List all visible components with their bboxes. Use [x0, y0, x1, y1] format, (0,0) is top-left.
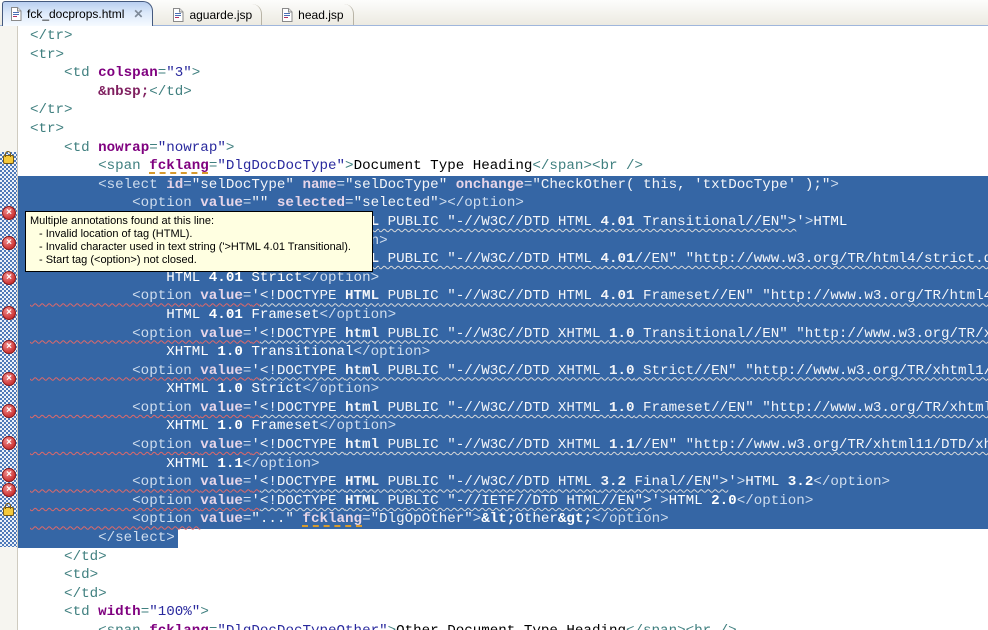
code-line[interactable]: </select>	[18, 529, 988, 548]
code-line[interactable]: <span fcklang="DlgDocDocType">Document T…	[18, 157, 988, 176]
code-line[interactable]: </tr>	[18, 101, 988, 120]
error-annotation-icon[interactable]: ×	[2, 436, 16, 450]
code-line[interactable]: <td nowrap="nowrap">	[18, 139, 988, 158]
lock-annotation-icon[interactable]	[3, 503, 14, 516]
code-line[interactable]: <tr>	[18, 46, 988, 65]
error-annotation-icon[interactable]: ×	[2, 271, 16, 285]
error-annotation-icon[interactable]: ×	[2, 372, 16, 386]
error-annotation-icon[interactable]: ×	[2, 468, 16, 482]
editor-tab-bar: fck_docprops.html ✕ aguarde.jsp head.jsp	[0, 0, 988, 26]
code-line[interactable]: XHTML 1.0 Transitional</option>	[18, 343, 988, 362]
tab-aguarde-jsp[interactable]: aguarde.jsp	[165, 4, 263, 25]
tooltip-annotation-item: - Invalid location of tag (HTML).	[39, 228, 193, 240]
code-line[interactable]: HTML 4.01 Frameset</option>	[18, 305, 988, 325]
tab-label: aguarde.jsp	[189, 7, 253, 22]
code-line[interactable]: <option value='<!DOCTYPE HTML PUBLIC "-/…	[18, 473, 988, 492]
code-line[interactable]: XHTML 1.1</option>	[18, 454, 988, 474]
code-area[interactable]: </tr> <tr> <td colspan="3"> &nbsp;</td> </…	[18, 26, 988, 630]
file-icon	[173, 7, 184, 22]
code-line[interactable]: </td>	[18, 585, 988, 604]
code-line[interactable]: <option value='<!DOCTYPE HTML PUBLIC "-/…	[18, 287, 988, 306]
code-line[interactable]: <option value='<!DOCTYPE html PUBLIC "-/…	[18, 436, 988, 455]
code-line[interactable]: </td>	[18, 548, 988, 567]
lock-annotation-icon[interactable]	[3, 151, 14, 164]
file-icon	[11, 7, 22, 21]
annotation-tooltip: Multiple annotations found at this line:…	[25, 211, 373, 272]
code-line[interactable]: <select id="selDocType" name="selDocType…	[18, 175, 988, 195]
code-line[interactable]: <option value="..." fcklang="DlgOpOther"…	[18, 510, 988, 530]
error-annotation-icon[interactable]: ×	[2, 236, 16, 250]
tab-label: head.jsp	[298, 7, 344, 22]
tab-head-jsp[interactable]: head.jsp	[274, 4, 354, 25]
code-line[interactable]: <tr>	[18, 120, 988, 139]
error-annotation-icon[interactable]: ×	[2, 206, 16, 220]
annotation-gutter[interactable]: × × × × × × × × × ×	[0, 26, 18, 630]
tab-close-icon[interactable]: ✕	[133, 7, 143, 21]
file-icon	[282, 7, 293, 22]
code-editor[interactable]: × × × × × × × × × × </tr> <tr> <td colspan="3"> &n…	[0, 26, 988, 630]
code-line[interactable]: <option value='<!DOCTYPE html PUBLIC "-/…	[18, 324, 988, 344]
tooltip-annotation-item: - Invalid character used in text string …	[39, 241, 351, 253]
error-annotation-icon[interactable]: ×	[2, 404, 16, 418]
code-line[interactable]: <option value='<!DOCTYPE HTML PUBLIC "-/…	[18, 491, 988, 511]
tab-label: fck_docprops.html	[27, 7, 125, 21]
code-line[interactable]: <option value='<!DOCTYPE html PUBLIC "-/…	[18, 398, 988, 418]
tab-fck-docprops-html[interactable]: fck_docprops.html ✕	[2, 1, 154, 26]
error-annotation-icon[interactable]: ×	[2, 306, 16, 320]
code-line[interactable]: </tr>	[18, 27, 988, 46]
code-line[interactable]: XHTML 1.0 Strict</option>	[18, 380, 988, 399]
code-line[interactable]: <option value='<!DOCTYPE html PUBLIC "-/…	[18, 361, 988, 381]
code-line[interactable]: <td width="100%">	[18, 603, 988, 622]
tooltip-annotation-item: - Start tag (<option>) not closed.	[39, 254, 197, 266]
code-line[interactable]: <td>	[18, 566, 988, 585]
code-line[interactable]: <span fcklang="DlgDocDocTypeOther">Other…	[18, 622, 988, 630]
tooltip-title: Multiple annotations found at this line:	[30, 215, 215, 227]
eclipse-editor-window: { "tabs": [ {"label": "fck_docprops.html…	[0, 0, 988, 630]
code-line[interactable]: XHTML 1.0 Frameset</option>	[18, 417, 988, 437]
error-annotation-icon[interactable]: ×	[2, 483, 16, 497]
code-line[interactable]: <td colspan="3">	[18, 64, 988, 83]
error-annotation-icon[interactable]: ×	[2, 340, 16, 354]
code-line[interactable]: &nbsp;</td>	[18, 83, 988, 102]
